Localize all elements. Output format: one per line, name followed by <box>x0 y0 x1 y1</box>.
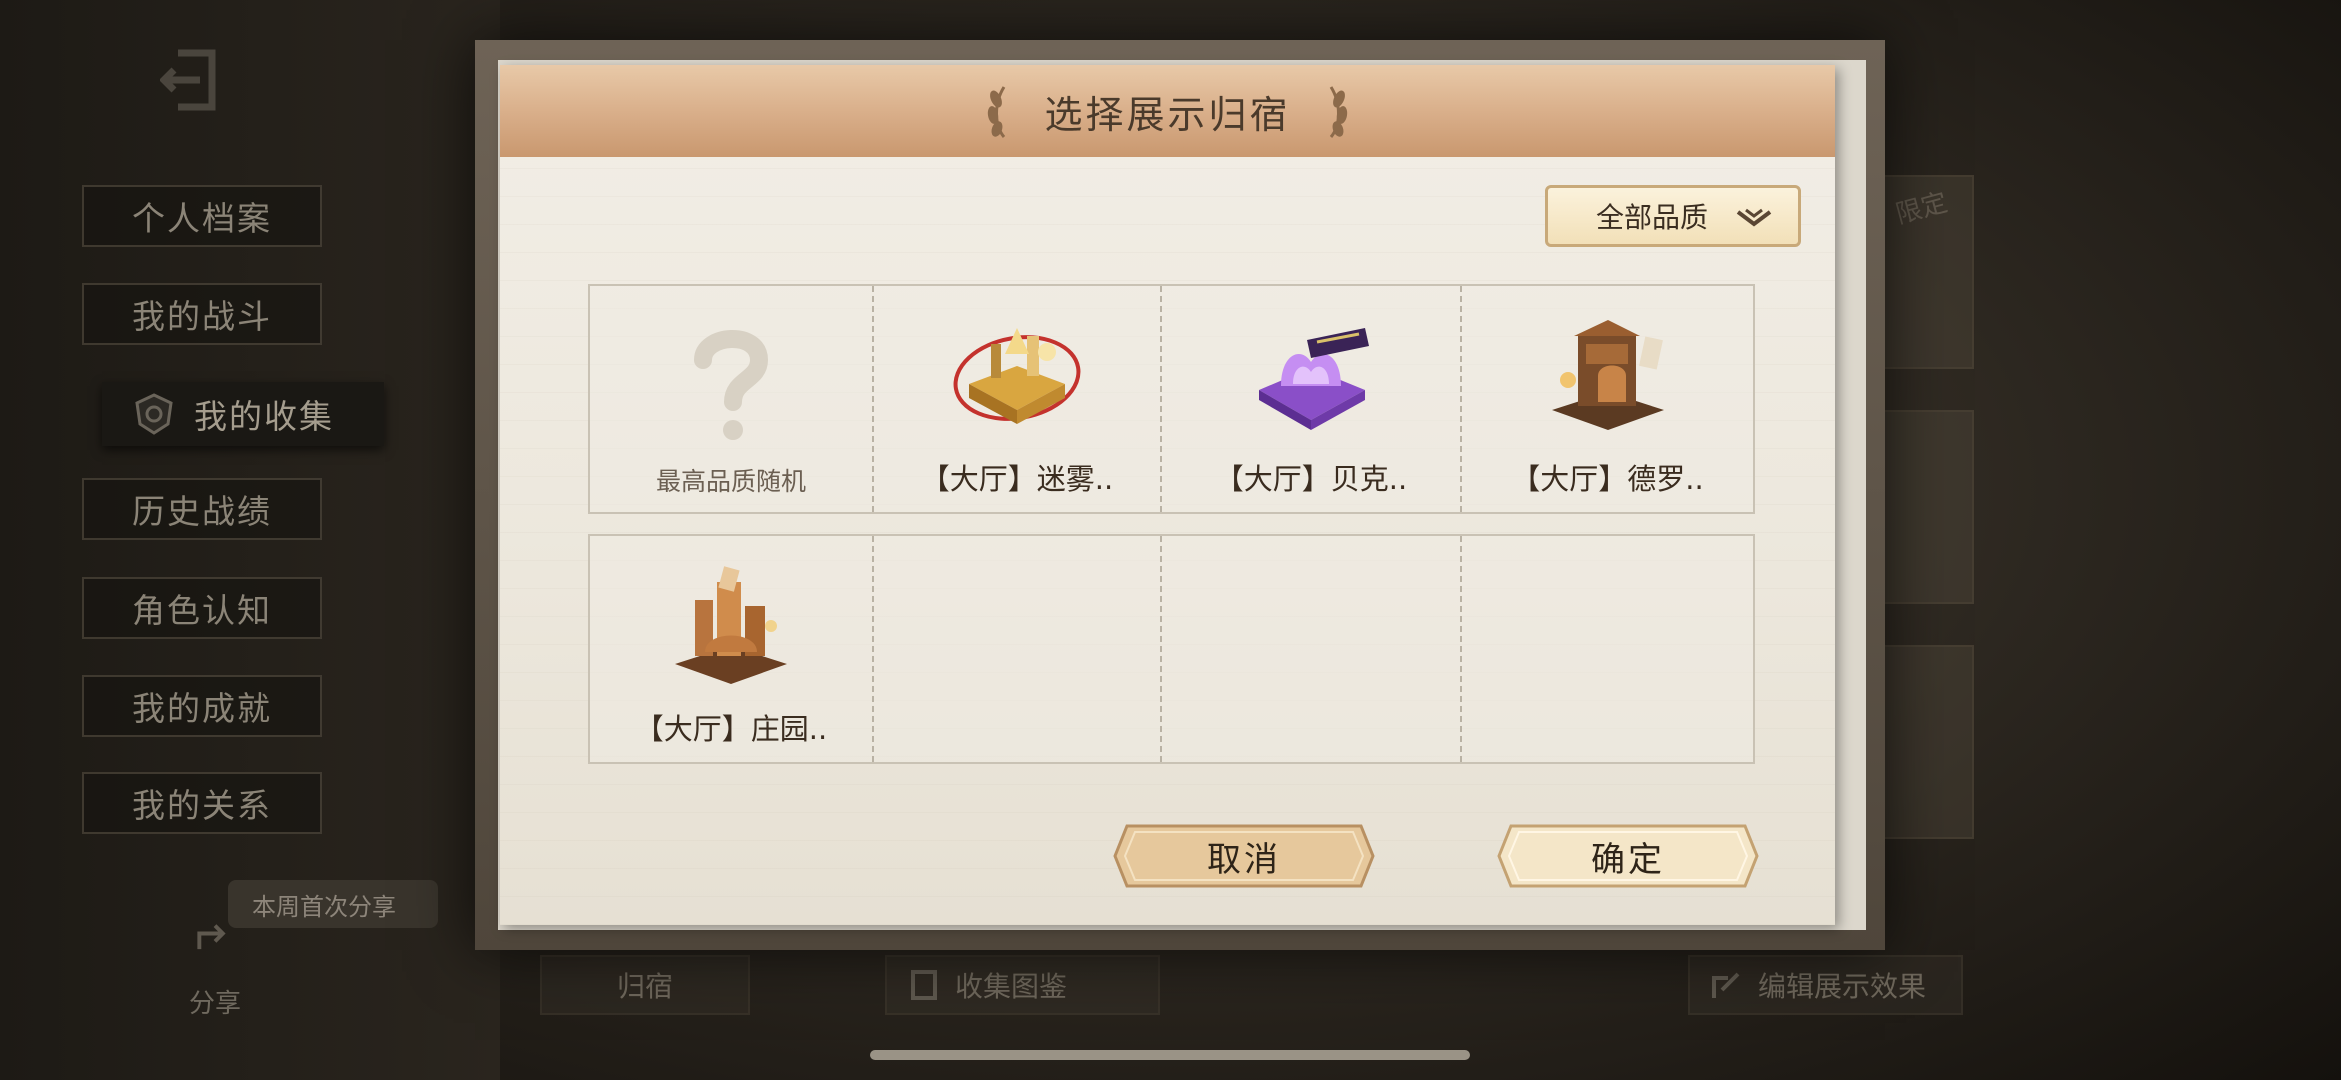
wooden-hall-icon <box>1551 320 1664 430</box>
grid-item-label: 【大厅】德罗.. <box>1511 462 1704 496</box>
grid-item-label: 【大厅】庄园.. <box>634 712 828 746</box>
dialog-header: 选择展示归宿 <box>500 65 1835 157</box>
hall-grid: 最高品质随机 【大厅】迷雾.. 【大厅】贝克.. 【大厅】德罗.. 【大厅】庄园… <box>588 284 1755 766</box>
exit-button[interactable] <box>150 35 240 125</box>
grid-item-hall-manor[interactable]: 【大厅】庄园.. <box>590 536 872 762</box>
question-mark-icon <box>694 330 769 440</box>
tab-label: 编辑展示效果 <box>1758 970 1927 1003</box>
sidebar-item-label: 我的关系 <box>132 786 272 825</box>
sidebar-item-label: 我的成就 <box>132 689 272 728</box>
laurel-right-icon <box>1329 86 1347 138</box>
badge-icon <box>135 393 173 435</box>
sidebar-item-label: 角色认知 <box>132 591 272 630</box>
tab-edit-display[interactable]: 编辑展示效果 <box>1688 955 1963 1015</box>
sidebar-item-profile[interactable]: 个人档案 <box>82 185 322 247</box>
laurel-left-icon <box>988 86 1006 138</box>
sidebar-item-label: 个人档案 <box>132 199 272 238</box>
edit-icon <box>1712 972 1740 998</box>
grid-item-label: 【大厅】迷雾.. <box>920 462 1114 496</box>
confirm-button[interactable]: 确定 <box>1497 820 1759 892</box>
manor-hall-icon <box>675 566 787 684</box>
sidebar-item-battles[interactable]: 我的战斗 <box>82 283 322 345</box>
sidebar-item-relations[interactable]: 我的关系 <box>82 772 322 834</box>
bg-card <box>1880 645 1974 839</box>
sidebar-item-role-knowledge[interactable]: 角色认知 <box>82 577 322 639</box>
grid-empty-slot <box>1460 536 1753 762</box>
sidebar-item-label: 我的收集 <box>194 397 334 436</box>
sidebar-item-history[interactable]: 历史战绩 <box>82 478 322 540</box>
grid-item-hall-baker[interactable]: 【大厅】贝克.. <box>1160 286 1460 512</box>
grid-item-label: 【大厅】贝克.. <box>1214 462 1408 496</box>
exit-icon <box>160 49 216 111</box>
grid-empty-slot <box>1160 536 1460 762</box>
share-tip-text: 本周首次分享 <box>252 892 396 921</box>
tab-label: 收集图鉴 <box>955 970 1068 1003</box>
quality-filter-dropdown[interactable]: 全部品质 <box>1545 185 1801 247</box>
sidebar-item-collection[interactable]: 我的收集 <box>102 382 384 446</box>
grid-row: 最高品质随机 【大厅】迷雾.. 【大厅】贝克.. 【大厅】德罗.. <box>588 284 1755 514</box>
golden-hall-icon <box>953 328 1081 424</box>
grid-item-hall-mist[interactable]: 【大厅】迷雾.. <box>872 286 1160 512</box>
dialog-title: 选择展示归宿 <box>1044 92 1291 137</box>
grid-item-random[interactable]: 最高品质随机 <box>590 286 872 512</box>
sidebar-item-label: 历史战绩 <box>132 492 272 531</box>
book-icon <box>911 970 937 1000</box>
purple-hall-icon <box>1259 328 1369 430</box>
sidebar-item-label: 我的战斗 <box>132 297 272 336</box>
confirm-label: 确定 <box>1591 839 1665 880</box>
cancel-label: 取消 <box>1207 839 1281 880</box>
bg-card <box>1880 410 1974 604</box>
tab-home[interactable]: 归宿 <box>540 955 750 1015</box>
share-tip: 本周首次分享 <box>228 880 438 928</box>
grid-item-label: 最高品质随机 <box>655 467 806 496</box>
cancel-button[interactable]: 取消 <box>1113 820 1375 892</box>
grid-empty-slot <box>872 536 1160 762</box>
sidebar-item-achievements[interactable]: 我的成就 <box>82 675 322 737</box>
tab-collection-guide[interactable]: 收集图鉴 <box>885 955 1160 1015</box>
grid-row: 【大厅】庄园.. <box>588 534 1755 764</box>
home-indicator[interactable] <box>870 1050 1470 1060</box>
quality-filter-value: 全部品质 <box>1596 201 1709 234</box>
tab-label: 归宿 <box>616 970 673 1003</box>
chevron-down-icon <box>1736 208 1772 227</box>
grid-item-hall-dero[interactable]: 【大厅】德罗.. <box>1460 286 1753 512</box>
share-label: 分享 <box>188 989 241 1019</box>
